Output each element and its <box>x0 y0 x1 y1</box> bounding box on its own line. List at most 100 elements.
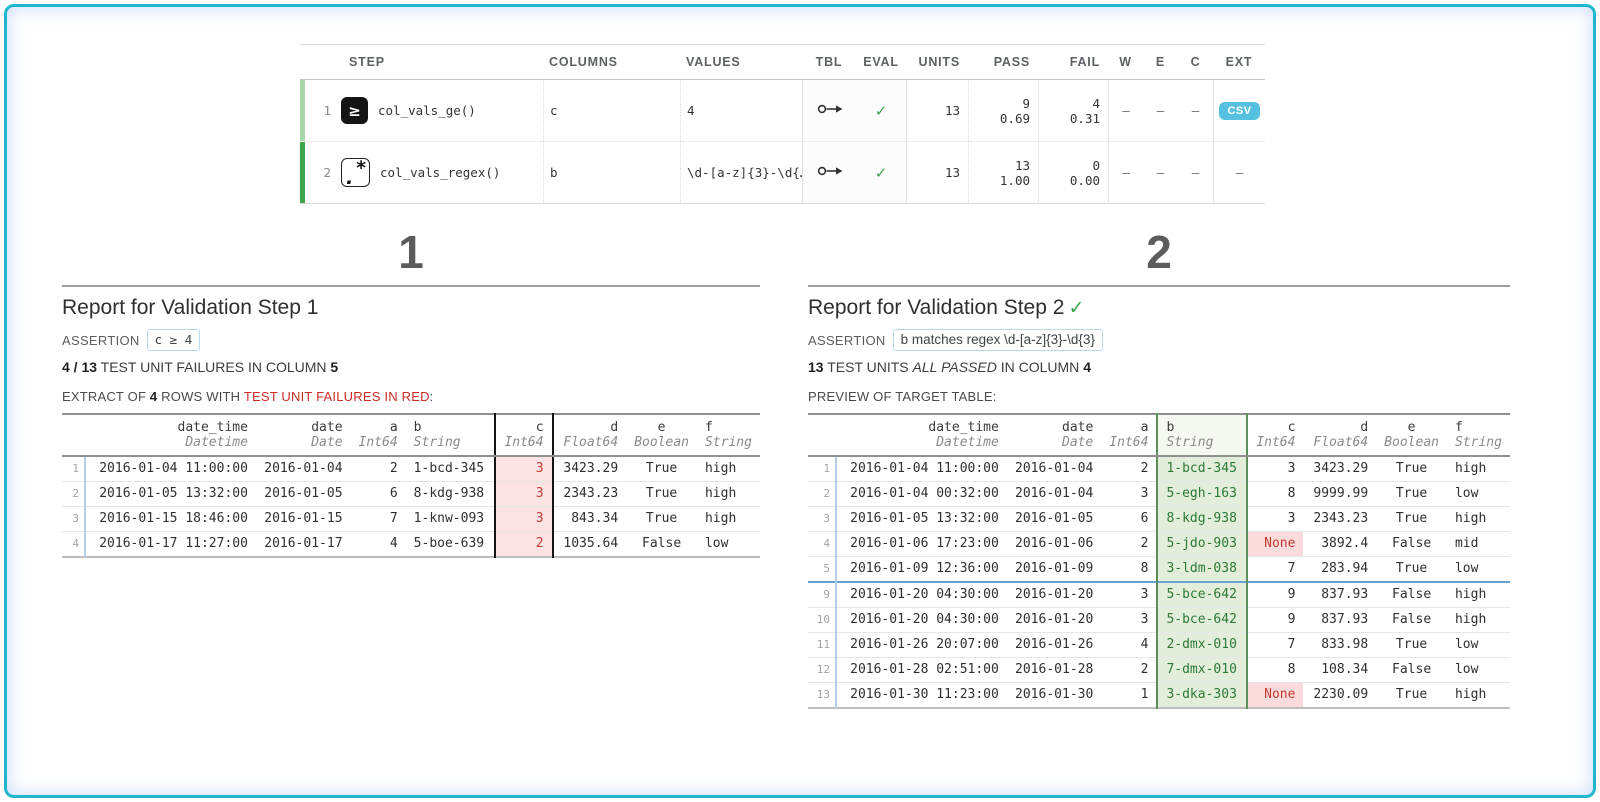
cell-e: True <box>1376 456 1447 482</box>
table-row: 42016-01-17 11:27:002016-01-1745-boe-639… <box>62 532 760 558</box>
rownum-header <box>62 414 85 435</box>
columns-cell: c <box>543 80 680 141</box>
cell-c: 3 <box>495 482 553 507</box>
col-header-w: W <box>1108 55 1143 69</box>
row-number: 2 <box>62 482 85 507</box>
cell-b: 5-jdo-903 <box>1157 532 1246 557</box>
row-number: 5 <box>808 557 836 583</box>
column-type-c: Int64 <box>1247 435 1304 456</box>
cell-f: high <box>697 482 760 507</box>
cell-c: 3 <box>495 507 553 532</box>
page-title: Report for Validation Step 2✓ <box>808 296 1510 320</box>
units-cell: 13 <box>906 80 968 141</box>
col-header-columns: COLUMNS <box>543 55 680 69</box>
cell-d: 2343.23 <box>1303 507 1376 532</box>
table-row: 12016-01-04 11:00:002016-01-0421-bcd-345… <box>808 456 1510 482</box>
cell-c: 7 <box>1247 633 1304 658</box>
table-caption: EXTRACT OF 4 ROWS WITH TEST UNIT FAILURE… <box>62 389 760 404</box>
assertion-expression: c ≥ 4 <box>147 329 201 351</box>
cell-b: 3-ldm-038 <box>1157 557 1246 583</box>
cell-a: 4 <box>1101 633 1157 658</box>
pass-check-icon: ✓ <box>1068 297 1084 319</box>
eval-cell: ✓ <box>856 80 906 141</box>
step-function-name: col_vals_regex() <box>380 165 500 180</box>
column-name-f: f <box>697 414 760 435</box>
cell-c: None <box>1247 532 1304 557</box>
column-name-b: b <box>1157 414 1246 435</box>
cell-date: 2016-01-04 <box>1007 482 1101 507</box>
col-header-units: UNITS <box>906 55 968 69</box>
error-cell: — <box>1143 80 1178 141</box>
row-number: 12 <box>808 658 836 683</box>
cell-b: 1-knw-093 <box>406 507 495 532</box>
cell-date_time: 2016-01-04 11:00:00 <box>836 456 1007 482</box>
table-row: 52016-01-09 12:36:002016-01-0983-ldm-038… <box>808 557 1510 583</box>
report-panel-2: 2 Report for Validation Step 2✓ ASSERTIO… <box>808 224 1510 709</box>
cell-e: True <box>1376 557 1447 583</box>
column-type-a: Int64 <box>1101 435 1157 456</box>
divider <box>62 285 760 287</box>
cell-f: high <box>1447 683 1510 709</box>
eval-cell: ✓ <box>856 142 906 203</box>
cell-e: True <box>626 482 697 507</box>
rownum-header <box>62 435 85 456</box>
row-number: 2 <box>808 482 836 507</box>
warn-cell: — <box>1108 80 1143 141</box>
cell-date: 2016-01-30 <box>1007 683 1101 709</box>
row-number: 11 <box>808 633 836 658</box>
cell-f: low <box>1447 658 1510 683</box>
row-number: 10 <box>808 608 836 633</box>
col-header-c: C <box>1178 55 1213 69</box>
data-preview-table: date_timedateabcdefDatetimeDateInt64Stri… <box>62 413 760 558</box>
table-row: 32016-01-15 18:46:002016-01-1571-knw-093… <box>62 507 760 532</box>
row-number: 3 <box>62 507 85 532</box>
csv-export-button[interactable]: CSV <box>1219 102 1259 120</box>
column-type-f: String <box>697 435 760 456</box>
cell-e: True <box>626 507 697 532</box>
col-header-fail: FAIL <box>1038 55 1108 69</box>
cell-f: high <box>1447 608 1510 633</box>
table-row: 102016-01-20 04:30:002016-01-2035-bce-64… <box>808 608 1510 633</box>
cell-date_time: 2016-01-15 18:46:00 <box>85 507 256 532</box>
panel-number: 1 <box>62 224 760 280</box>
cell-date_time: 2016-01-09 12:36:00 <box>836 557 1007 583</box>
assertion-line: ASSERTION b matches regex \d-[a-z]{3}-\d… <box>808 329 1510 351</box>
cell-date_time: 2016-01-05 13:32:00 <box>85 482 256 507</box>
col-header-step: STEP <box>305 55 543 69</box>
column-name-d: d <box>553 414 627 435</box>
assertion-line: ASSERTION c ≥ 4 <box>62 329 760 351</box>
row-number: 3 <box>808 507 836 532</box>
table-row: 22016-01-05 13:32:002016-01-0568-kdg-938… <box>62 482 760 507</box>
cell-a: 2 <box>351 456 406 482</box>
column-type-b: String <box>1157 435 1246 456</box>
cell-c: 8 <box>1247 482 1304 507</box>
pass-cell: 131.00 <box>968 142 1038 203</box>
row-number: 1 <box>808 456 836 482</box>
cell-c: 3 <box>495 456 553 482</box>
regex-icon: *. <box>341 158 370 187</box>
cell-d: 3892.4 <box>1303 532 1376 557</box>
cell-d: 108.34 <box>1303 658 1376 683</box>
critical-cell: — <box>1178 80 1213 141</box>
table-row: 112016-01-26 20:07:002016-01-2642-dmx-01… <box>808 633 1510 658</box>
cell-a: 2 <box>1101 456 1157 482</box>
report-panel-1: 1 Report for Validation Step 1 ASSERTION… <box>62 224 760 558</box>
cell-b: 7-dmx-010 <box>1157 658 1246 683</box>
cell-d: 3423.29 <box>553 456 627 482</box>
column-type-a: Int64 <box>351 435 406 456</box>
column-type-e: Boolean <box>626 435 697 456</box>
cell-b: 5-egh-163 <box>1157 482 1246 507</box>
cell-date: 2016-01-28 <box>1007 658 1101 683</box>
cell-date: 2016-01-04 <box>1007 456 1101 482</box>
table-row: 92016-01-20 04:30:002016-01-2035-bce-642… <box>808 582 1510 608</box>
cell-a: 3 <box>1101 482 1157 507</box>
column-name-b: b <box>406 414 495 435</box>
cell-f: high <box>1447 507 1510 532</box>
critical-cell: — <box>1178 142 1213 203</box>
cell-d: 2343.23 <box>553 482 627 507</box>
report-table-1: date_timedateabcdefDatetimeDateInt64Stri… <box>62 413 760 558</box>
cell-date: 2016-01-26 <box>1007 633 1101 658</box>
step-cell: 2*.col_vals_regex() <box>305 142 543 203</box>
cell-date: 2016-01-06 <box>1007 532 1101 557</box>
cell-a: 2 <box>1101 532 1157 557</box>
